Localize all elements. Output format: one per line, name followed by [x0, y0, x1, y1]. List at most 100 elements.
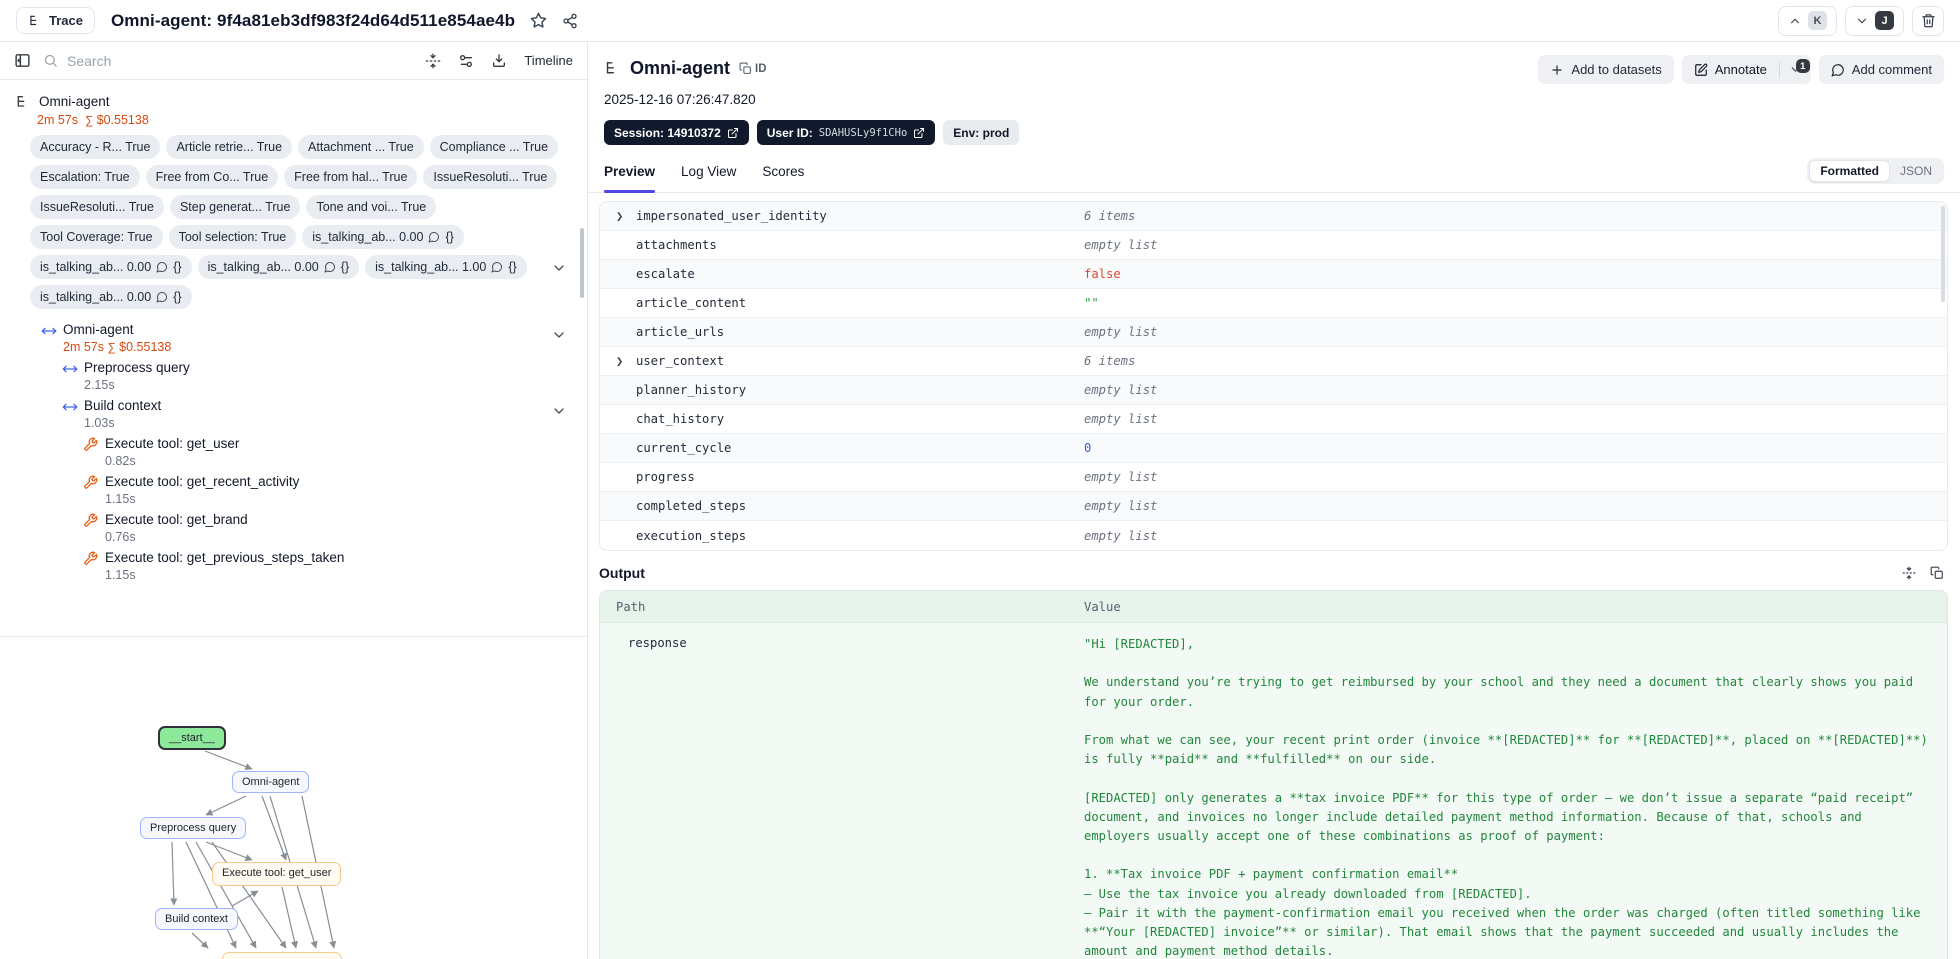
collapse-sidebar-icon[interactable]: [14, 52, 31, 69]
score-badge-metadata: {}: [508, 260, 517, 274]
collapse-output-icon[interactable]: [1902, 566, 1916, 580]
expand-row-chevron-icon[interactable]: ❯: [616, 209, 623, 223]
score-badge[interactable]: Tone and voi... True: [306, 195, 437, 219]
graph-node[interactable]: Execute tool: get_user: [212, 862, 342, 886]
table-row[interactable]: ❯ progress empty list: [600, 463, 1947, 492]
row-key: article_content: [636, 296, 747, 310]
annotate-button[interactable]: Annotate: [1682, 62, 1779, 77]
score-badge[interactable]: is_talking_ab... 0.00 {}: [197, 255, 360, 279]
wrench-icon: [83, 475, 99, 491]
star-icon[interactable]: [530, 12, 547, 29]
add-to-datasets-button[interactable]: Add to datasets: [1538, 55, 1674, 84]
fold-tree-icon[interactable]: [425, 53, 441, 69]
graph-node[interactable]: Preprocess query: [140, 817, 247, 839]
row-value: empty list: [1084, 470, 1158, 484]
trace-label: Trace: [49, 13, 83, 28]
score-badge-metadata: {}: [173, 260, 182, 274]
tree-span-row[interactable]: Execute tool: get_user 0.82s: [0, 433, 587, 471]
score-badge-label: is_talking_ab... 1.00: [375, 260, 487, 274]
score-badge[interactable]: is_talking_ab... 0.00 {}: [30, 255, 192, 279]
tab-preview[interactable]: Preview: [604, 160, 656, 193]
score-badge[interactable]: is_talking_ab... 1.00 {}: [365, 255, 527, 279]
row-key: progress: [636, 470, 695, 484]
prev-trace-button[interactable]: K: [1778, 5, 1837, 36]
collapse-span-chevron-icon[interactable]: [551, 403, 567, 419]
collapse-span-chevron-icon[interactable]: [551, 327, 567, 343]
search-input[interactable]: [67, 52, 287, 69]
table-row[interactable]: ❯ attachments empty list: [600, 231, 1947, 260]
session-badge[interactable]: Session: 14910372: [604, 120, 749, 145]
table-row[interactable]: ❯ execution_steps empty list: [600, 521, 1947, 550]
score-badge[interactable]: Free from Co... True: [145, 165, 279, 189]
expand-row-chevron-icon[interactable]: ❯: [616, 354, 623, 368]
row-key: execution_steps: [636, 528, 747, 543]
score-badge[interactable]: is_talking_ab... 0.00 {}: [302, 225, 464, 249]
tree-span-row[interactable]: Execute tool: get_previous_steps_taken 1…: [0, 547, 587, 585]
next-trace-button[interactable]: J: [1845, 5, 1904, 36]
score-badge[interactable]: Escalation: True: [30, 165, 140, 189]
display-settings-icon[interactable]: [458, 53, 474, 69]
trace-type-pill: Trace: [16, 7, 95, 34]
table-row[interactable]: ❯ escalate false: [600, 260, 1947, 289]
tree-span-row[interactable]: Execute tool: get_brand 0.76s: [0, 509, 587, 547]
user-id-badge[interactable]: User ID: SDAHUSLy9f1CHo: [756, 120, 936, 145]
score-badge[interactable]: IssueResoluti... True: [423, 165, 558, 189]
collapse-root-chevron-icon[interactable]: [551, 260, 567, 276]
table-row[interactable]: ❯ completed_steps empty list: [600, 492, 1947, 521]
download-icon[interactable]: [491, 53, 507, 69]
tree-span-row[interactable]: Execute tool: get_recent_activity 1.15s: [0, 471, 587, 509]
table-row[interactable]: ❯ current_cycle 0: [600, 434, 1947, 463]
tree-span-row[interactable]: Build context 1.03s: [0, 395, 587, 433]
score-badge[interactable]: Tool Coverage: True: [30, 225, 163, 249]
table-row[interactable]: ❯ article_urls empty list: [600, 318, 1947, 347]
score-badge[interactable]: Attachment ... True: [298, 135, 424, 159]
span-name: Preprocess query: [84, 360, 190, 375]
score-badge[interactable]: Compliance ... True: [429, 135, 559, 159]
output-response-row[interactable]: response "Hi [REDACTED], We understand y…: [600, 623, 1947, 959]
score-badge[interactable]: Step generat... True: [169, 195, 301, 219]
score-badge[interactable]: Tool selection: True: [168, 225, 297, 249]
table-row[interactable]: ❯ user_context 6 items: [600, 347, 1947, 376]
table-row[interactable]: ❯ planner_history empty list: [600, 376, 1947, 405]
table-row[interactable]: ❯ impersonated_user_identity 6 items: [600, 202, 1947, 231]
output-row-key: response: [628, 636, 687, 650]
copy-id-chip[interactable]: ID: [739, 62, 767, 75]
sidebar-scrollbar[interactable]: [580, 228, 584, 298]
annotate-queue-dropdown[interactable]: 1: [1780, 59, 1811, 76]
format-formatted[interactable]: Formatted: [1809, 160, 1890, 182]
score-badge[interactable]: Article retrie... True: [166, 135, 293, 159]
graph-node[interactable]: __start__: [158, 726, 226, 750]
score-badge[interactable]: IssueResoluti... True: [30, 195, 164, 219]
format-json[interactable]: JSON: [1890, 161, 1942, 181]
graph-node[interactable]: Omni-agent: [232, 771, 310, 793]
tree-span-row[interactable]: Omni-agent 2m 57s ∑ $0.55138: [0, 319, 587, 357]
score-badge[interactable]: Free from hal... True: [284, 165, 418, 189]
timeline-toggle[interactable]: Timeline: [524, 53, 573, 68]
copy-output-icon[interactable]: [1930, 566, 1944, 580]
preview-scrollbar[interactable]: [1941, 206, 1945, 302]
score-badge-label: IssueResoluti... True: [433, 170, 548, 184]
tree-root-row[interactable]: Omni-agent: [0, 94, 587, 110]
graph-node[interactable]: [222, 952, 342, 959]
root-trace-name: Omni-agent: [39, 94, 110, 109]
row-key: article_urls: [636, 325, 725, 339]
user-id-value: SDAHUSLy9f1CHo: [818, 126, 908, 139]
tree-span-row[interactable]: Preprocess query 2.15s: [0, 357, 587, 395]
delete-trace-button[interactable]: [1912, 5, 1944, 36]
add-comment-button[interactable]: Add comment: [1818, 55, 1944, 84]
wrench-icon: [83, 437, 99, 453]
trace-tree-sidebar: Timeline Omni-agent 2m 57s ∑ $0.55138 Ac…: [0, 42, 587, 959]
score-badge[interactable]: is_talking_ab... 0.00 {}: [30, 285, 192, 309]
comment-icon: [491, 261, 503, 273]
comment-icon: [156, 261, 168, 273]
graph-node[interactable]: Build context: [155, 908, 238, 930]
kbd-k: K: [1808, 11, 1827, 30]
score-badge[interactable]: Accuracy - R... True: [30, 135, 161, 159]
tab-scores[interactable]: Scores: [762, 160, 804, 192]
table-row[interactable]: ❯ article_content "": [600, 289, 1947, 318]
table-row[interactable]: ❯ chat_history empty list: [600, 405, 1947, 434]
share-icon[interactable]: [562, 13, 578, 29]
tab-log-view[interactable]: Log View: [681, 160, 736, 192]
row-value: empty list: [1084, 383, 1158, 397]
trace-detail-panel: Omni-agent ID Add to datasets Annotate 1…: [587, 42, 1960, 959]
